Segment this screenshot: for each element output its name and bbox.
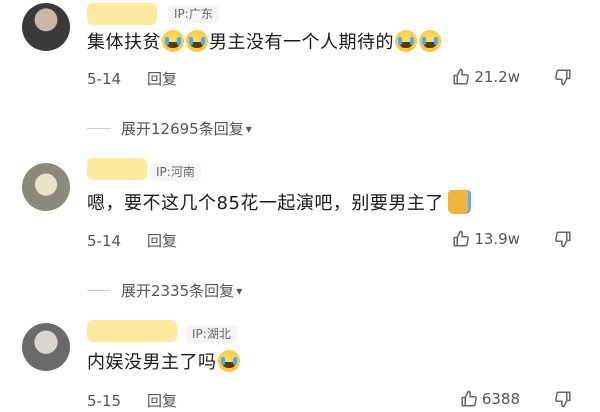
username[interactable] — [87, 158, 147, 180]
username[interactable] — [87, 3, 157, 25]
comment-meta: 5-15 回复 — [87, 390, 177, 411]
divider — [87, 290, 111, 291]
comment-date: 5-14 — [87, 231, 122, 250]
crying-emoji-icon — [419, 30, 441, 52]
dislike-button[interactable] — [554, 390, 572, 412]
ip-location: IP:河南 — [150, 163, 201, 181]
comment-meta: 5-14 回复 — [87, 230, 177, 251]
thumbs-up-icon — [461, 390, 477, 407]
comment-date: 5-15 — [87, 391, 122, 410]
thumbs-up-icon — [453, 68, 470, 85]
comment-text: 集体扶贫 男主没有一个人期待的 — [87, 30, 442, 55]
avatar[interactable] — [22, 3, 70, 51]
chevron-down-icon: ▾ — [236, 283, 243, 298]
thumbs-up-icon — [453, 230, 470, 247]
like-button[interactable]: 21.2w — [452, 68, 520, 86]
like-count: 13.9w — [474, 230, 520, 248]
dislike-button[interactable] — [554, 230, 572, 252]
comment-text: 内娱没男主了吗 — [87, 350, 241, 375]
like-button[interactable]: 6388 — [460, 390, 520, 408]
avatar[interactable] — [22, 323, 70, 371]
ip-location: IP:湖北 — [186, 325, 237, 343]
like-button[interactable]: 13.9w — [452, 230, 520, 248]
expand-replies-label: 展开2335条回复 — [121, 282, 235, 300]
username[interactable] — [87, 320, 177, 342]
crying-emoji-icon — [217, 350, 240, 372]
comment-meta: 5-14 回复 — [87, 68, 177, 89]
reply-button[interactable]: 回复 — [147, 230, 177, 251]
comment-text: 嗯，要不这几个85花一起演吧，别要男主了 — [87, 190, 471, 216]
chevron-down-icon: ▾ — [245, 121, 252, 136]
comment-date: 5-14 — [87, 69, 122, 88]
like-count: 6388 — [481, 390, 520, 408]
thumbs-down-icon — [555, 231, 571, 248]
divider — [87, 128, 111, 129]
thumbs-down-icon — [555, 69, 571, 86]
expand-replies-button[interactable]: 展开12695条回复 ▾ — [87, 118, 252, 139]
thumbs-down-icon — [555, 391, 571, 408]
avatar[interactable] — [22, 163, 70, 211]
crying-emoji-icon — [162, 30, 184, 52]
expand-replies-label: 展开12695条回复 — [121, 120, 244, 138]
ip-location: IP:广东 — [168, 5, 219, 23]
expand-replies-button[interactable]: 展开2335条回复 ▾ — [87, 280, 242, 301]
cat-sticker-icon — [447, 190, 471, 214]
reply-button[interactable]: 回复 — [147, 390, 177, 411]
dislike-button[interactable] — [554, 68, 572, 90]
crying-emoji-icon — [186, 30, 208, 52]
crying-emoji-icon — [395, 30, 417, 52]
reply-button[interactable]: 回复 — [147, 68, 177, 89]
like-count: 21.2w — [474, 68, 520, 86]
